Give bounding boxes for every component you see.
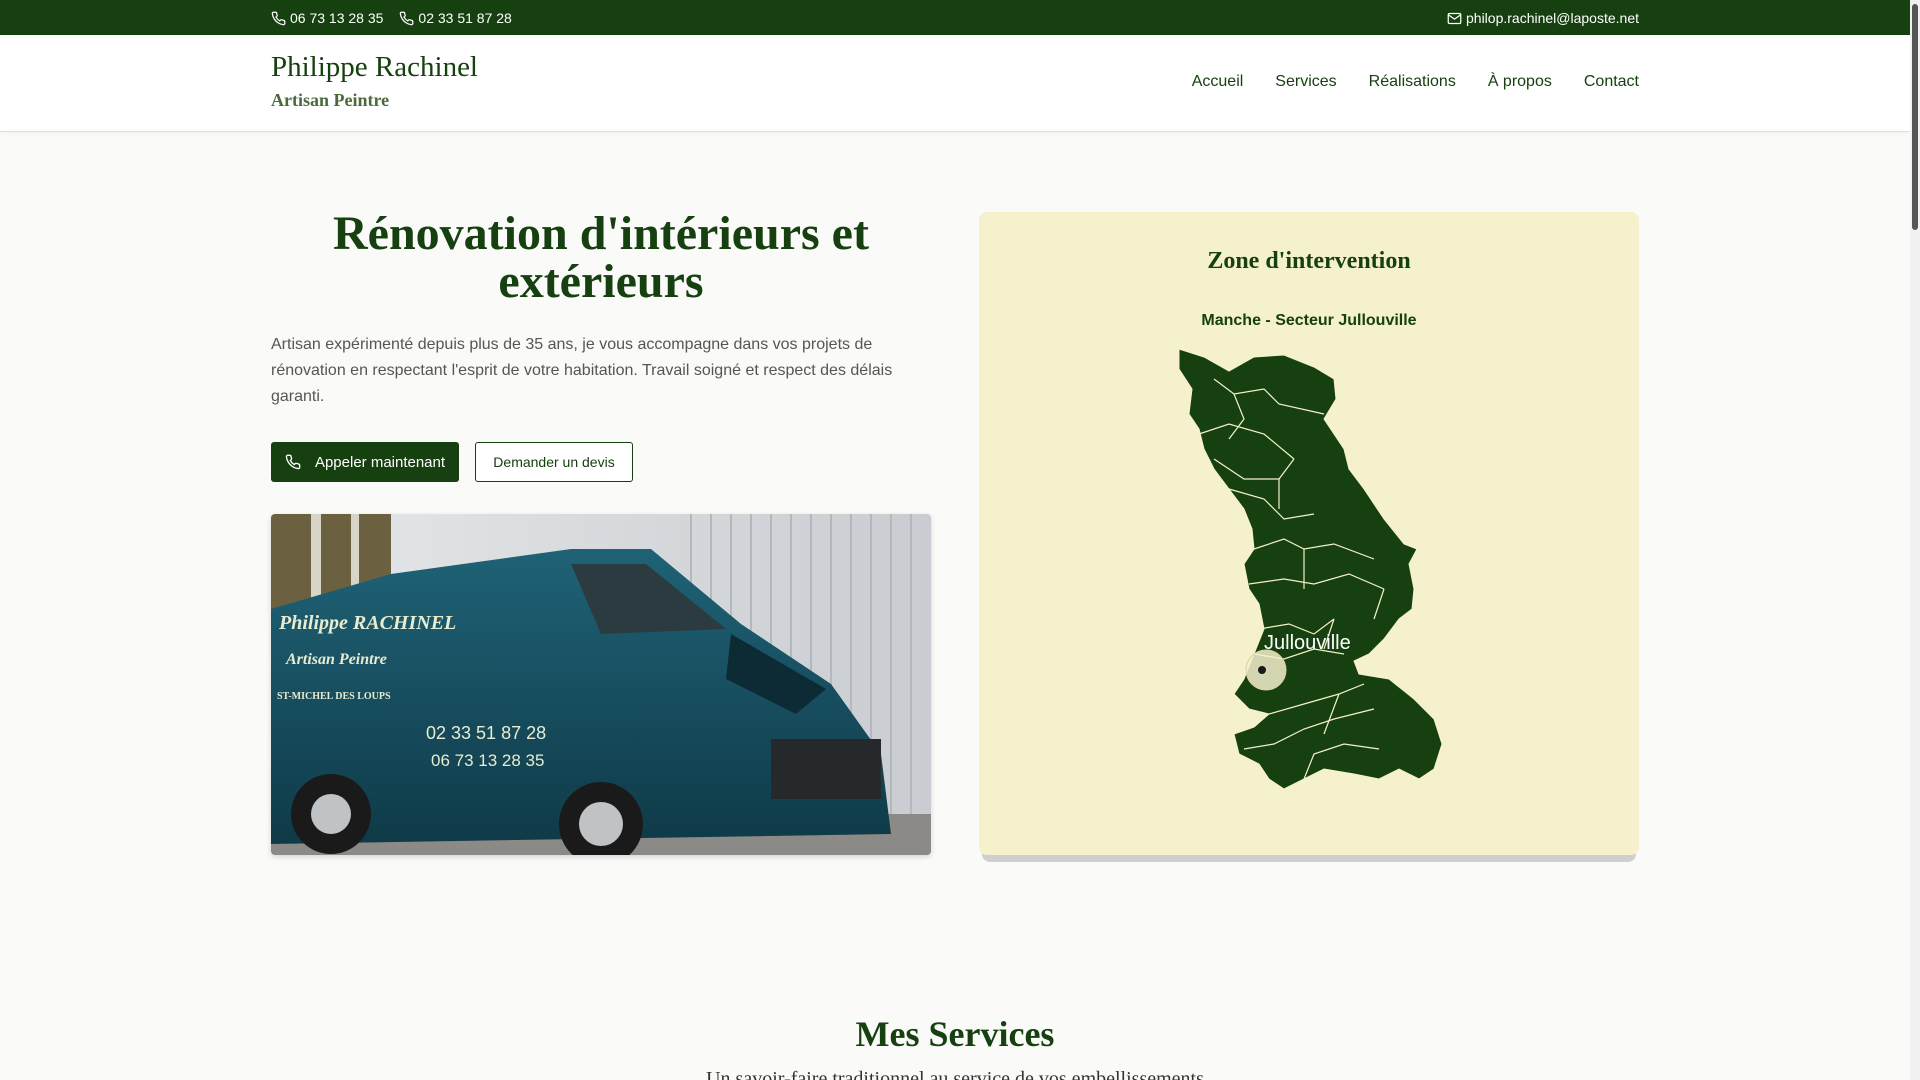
top-phone-1-text: 06 73 13 28 35 xyxy=(290,10,384,26)
call-now-button[interactable]: Appeler maintenant xyxy=(271,442,459,482)
nav-realisations[interactable]: Réalisations xyxy=(1369,73,1456,91)
request-quote-button[interactable]: Demander un devis xyxy=(475,442,633,482)
scrollbar-thumb[interactable] xyxy=(1912,4,1918,230)
phone-icon xyxy=(285,454,301,470)
zone-card: Zone d'intervention Manche - Secteur Jul… xyxy=(979,212,1639,855)
zone-subtitle: Manche - Secteur Jullouville xyxy=(1201,312,1417,329)
top-bar: 06 73 13 28 35 02 33 51 87 28 philop.rac… xyxy=(0,0,1910,35)
top-phone-2-text: 02 33 51 87 28 xyxy=(418,10,512,26)
nav-accueil[interactable]: Accueil xyxy=(1192,73,1244,91)
site-header: Philippe Rachinel Artisan Peintre Accuei… xyxy=(0,35,1910,132)
top-phone-2[interactable]: 02 33 51 87 28 xyxy=(399,10,512,26)
top-email-text: philop.rachinel@laposte.net xyxy=(1466,10,1639,26)
hero-text: Artisan expérimenté depuis plus de 35 an… xyxy=(271,336,893,405)
nav-a-propos[interactable]: À propos xyxy=(1488,73,1552,91)
brand[interactable]: Philippe Rachinel Artisan Peintre xyxy=(271,51,478,111)
van-name-text: Philippe RACHINEL xyxy=(278,612,456,634)
phone-icon xyxy=(400,11,414,25)
mail-icon xyxy=(1447,12,1462,24)
hero-title: Rénovation d'intérieurs et extérieurs xyxy=(333,207,869,308)
van-phone-2-text: 06 73 13 28 35 xyxy=(431,751,544,770)
brand-name: Philippe Rachinel xyxy=(271,51,478,83)
main-nav: Accueil Services Réalisations À propos C… xyxy=(1192,73,1639,91)
jullouville-marker-label: Jullouville xyxy=(1264,632,1351,654)
call-now-label: Appeler maintenant xyxy=(314,453,446,471)
manche-map: Jullouville xyxy=(1178,349,1443,789)
top-email[interactable]: philop.rachinel@laposte.net xyxy=(1447,10,1639,26)
nav-services[interactable]: Services xyxy=(1275,73,1336,91)
jullouville-marker-dot xyxy=(1258,666,1266,674)
van-tagline-text: Artisan Peintre xyxy=(285,651,387,668)
page-scrollbar[interactable] xyxy=(1910,0,1920,1080)
van-location-text: ST-MICHEL DES LOUPS xyxy=(277,691,391,702)
services-section-title: Mes Services xyxy=(855,1014,1055,1054)
phone-icon xyxy=(271,11,286,25)
brand-tagline: Artisan Peintre xyxy=(271,90,390,110)
van-phone-1-text: 02 33 51 87 28 xyxy=(426,723,546,743)
zone-title: Zone d'intervention xyxy=(1207,248,1411,274)
request-quote-label: Demander un devis xyxy=(493,454,615,470)
van-photo: Philippe RACHINEL Artisan Peintre ST-MIC… xyxy=(271,514,931,855)
van-illustration: Philippe RACHINEL Artisan Peintre ST-MIC… xyxy=(271,514,931,855)
top-bar-phones: 06 73 13 28 35 02 33 51 87 28 xyxy=(271,10,512,26)
nav-contact[interactable]: Contact xyxy=(1584,73,1639,91)
services-section-subtitle: Un savoir-faire traditionnel au service … xyxy=(706,1068,1204,1080)
top-phone-1[interactable]: 06 73 13 28 35 xyxy=(271,10,383,26)
